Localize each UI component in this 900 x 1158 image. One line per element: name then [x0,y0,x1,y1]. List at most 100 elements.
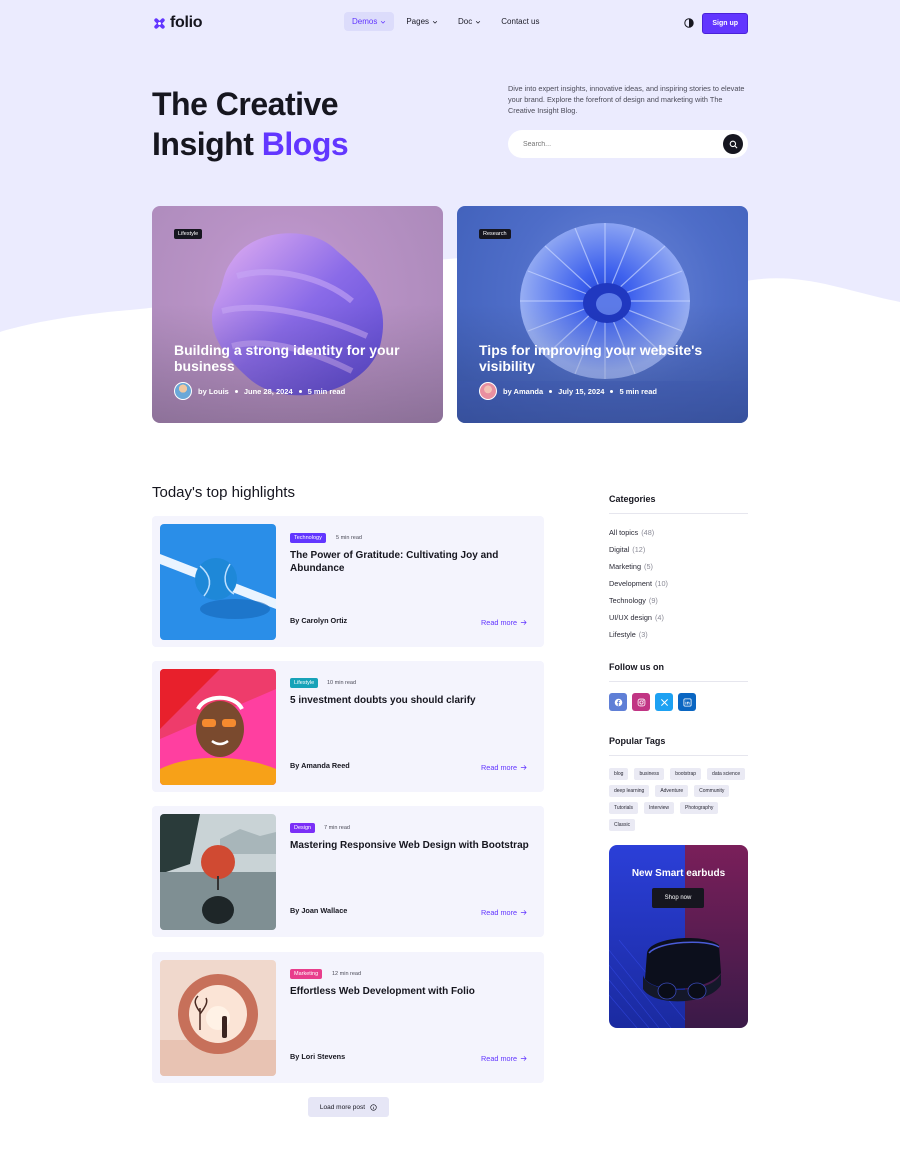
tag[interactable]: Adventure [655,785,689,797]
hero-description: Dive into expert insights, innovative id… [508,84,745,115]
tag[interactable]: Interview [644,802,675,814]
nav-item-pages[interactable]: Pages [398,12,446,31]
theme-toggle-icon[interactable] [684,18,695,28]
earbuds-ad-banner[interactable]: New Smart earbuds Shop now [609,845,748,1028]
linkedin-icon [682,697,692,707]
read-time: 7 min read [324,825,350,831]
portal-arch-image [160,960,276,1076]
category-count: (10) [655,579,668,588]
x-icon [660,698,668,706]
nav-item-label: Pages [406,17,430,26]
search-input[interactable] [523,140,703,148]
post-author[interactable]: By Amanda Reed [290,761,350,770]
post-author[interactable]: By Lori Stevens [290,1052,345,1061]
category-item[interactable]: Lifestyle (3) [609,626,748,643]
load-more-button[interactable]: Load more post [308,1097,389,1117]
featured-card-1[interactable]: Lifestyle Building a strong identity for… [152,206,443,423]
post-title[interactable]: 5 investment doubts you should clarify [290,694,530,707]
instagram-link[interactable] [632,693,650,711]
post-thumbnail[interactable] [160,960,276,1076]
tag[interactable]: business [634,768,665,780]
post-title[interactable]: Mastering Responsive Web Design with Boo… [290,839,530,852]
search-icon [729,140,737,148]
post-title[interactable]: The Power of Gratitude: Cultivating Joy … [290,549,530,575]
read-time: 5 min read [619,386,657,396]
category-item[interactable]: Marketing (5) [609,558,748,575]
featured-card-2[interactable]: Research Tips for improving your website… [457,206,748,423]
category-badge[interactable]: Research [479,229,511,239]
tag[interactable]: blog [609,768,629,780]
post-card-1[interactable]: Technology 5 min read The Power of Grati… [152,516,544,647]
post-author[interactable]: By Joan Wallace [290,906,347,915]
nav-item-doc[interactable]: Doc [450,12,489,31]
post-author[interactable]: By Carolyn Ortiz [290,616,347,625]
post-thumbnail[interactable] [160,524,276,640]
follow-widget: Follow us on [609,662,748,711]
category-label: Technology [609,596,646,605]
category-badge[interactable]: Technology [290,533,326,543]
read-more-link[interactable]: Read more [481,908,527,917]
nav-item-label: Demos [352,17,378,26]
category-item[interactable]: All topics (48) [609,524,748,541]
tag[interactable]: Photography [680,802,719,814]
read-more-link[interactable]: Read more [481,763,527,772]
top-navbar: folio Demos Pages Doc Contact us Sign up [152,12,748,34]
read-more-label: Read more [481,908,518,917]
category-badge[interactable]: Lifestyle [174,229,203,239]
post-title[interactable]: Effortless Web Development with Folio [290,985,530,998]
category-count: (4) [655,613,664,622]
title-line-2: Insight [152,126,254,162]
post-card-3[interactable]: Design 7 min read Mastering Responsive W… [152,806,544,937]
featured-title[interactable]: Building a strong identity for your busi… [174,342,414,374]
tag[interactable]: Classic [609,819,636,831]
tag[interactable]: Community [694,785,730,797]
category-item[interactable]: Technology (9) [609,592,748,609]
tags-widget: Popular Tags blog business bootstrap dat… [609,736,748,831]
nav-item-demos[interactable]: Demos [344,12,395,31]
post-thumbnail[interactable] [160,669,276,785]
follow-title: Follow us on [609,662,748,682]
facebook-icon [614,698,622,706]
author-name[interactable]: by Amanda [503,387,543,396]
arrow-right-icon [520,765,527,770]
tag[interactable]: data science [707,768,746,780]
category-list: All topics (48) Digital (12) Marketing (5) … [609,524,748,643]
category-badge[interactable]: Marketing [290,969,323,979]
separator-dot [234,389,238,393]
brand-logo[interactable]: folio [152,14,203,32]
nav-item-label: Contact us [501,17,540,26]
brand-name: folio [170,14,203,31]
instagram-icon [637,698,645,706]
category-badge[interactable]: Design [290,823,316,833]
signup-button[interactable]: Sign up [702,12,748,34]
tag[interactable]: Tutorials [609,802,638,814]
category-badge[interactable]: Lifestyle [290,678,319,688]
category-count: (48) [641,528,655,537]
author-name[interactable]: by Louis [198,387,229,396]
logo-icon [154,17,165,29]
post-thumbnail[interactable] [160,814,276,930]
load-more-label: Load more post [319,1103,366,1111]
facebook-link[interactable] [609,693,627,711]
post-card-2[interactable]: Lifestyle 10 min read 5 investment doubt… [152,661,544,792]
linkedin-link[interactable] [678,693,696,711]
highlights-title: Today's top highlights [152,484,295,501]
category-label: Lifestyle [609,630,636,639]
category-item[interactable]: Development (10) [609,575,748,592]
tag[interactable]: deep learning [609,785,650,797]
search-button[interactable] [723,134,743,154]
category-item[interactable]: Digital (12) [609,541,748,558]
read-more-link[interactable]: Read more [481,618,527,627]
tag[interactable]: bootstrap [670,768,702,780]
post-card-4[interactable]: Marketing 12 min read Effortless Web Dev… [152,952,544,1083]
shop-now-button[interactable]: Shop now [652,888,704,908]
read-more-link[interactable]: Read more [481,1054,527,1063]
category-item[interactable]: UI/UX design (4) [609,609,748,626]
tag-cloud: blog business bootstrap data science dee… [609,768,748,831]
nav-actions: Sign up [684,12,748,34]
category-count: (3) [638,630,648,639]
featured-title[interactable]: Tips for improving your website's visibi… [479,342,719,374]
nav-item-contact[interactable]: Contact us [493,12,547,31]
hero-background [0,0,900,332]
x-link[interactable] [655,693,673,711]
